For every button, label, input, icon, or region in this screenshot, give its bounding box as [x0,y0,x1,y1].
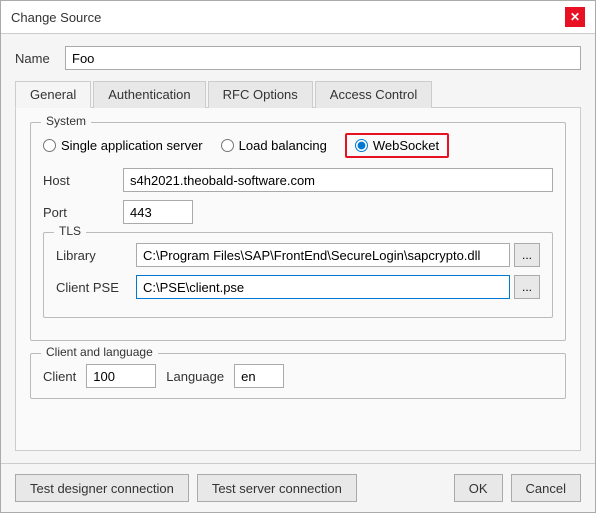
library-label: Library [56,248,126,263]
ok-button[interactable]: OK [454,474,503,502]
system-section-legend: System [41,114,91,128]
client-language-section: Client and language Client Language [30,353,566,399]
dialog-footer: Test designer connection Test server con… [1,463,595,512]
library-input[interactable] [136,243,510,267]
tab-content-general: System Single application server Load ba… [15,108,581,451]
client-input[interactable] [86,364,156,388]
close-button[interactable]: ✕ [565,7,585,27]
client-pse-input[interactable] [136,275,510,299]
dialog-title: Change Source [11,10,101,25]
port-label: Port [43,205,113,220]
library-input-group: ... [136,243,540,267]
tab-access-control[interactable]: Access Control [315,81,432,108]
cancel-button[interactable]: Cancel [511,474,581,502]
host-row: Host [43,168,553,192]
tls-legend: TLS [54,224,86,238]
radio-single-label: Single application server [61,138,203,153]
library-row: Library ... [56,243,540,267]
client-pse-browse-button[interactable]: ... [514,275,540,299]
test-server-button[interactable]: Test server connection [197,474,357,502]
radio-single-input[interactable] [43,139,56,152]
name-label: Name [15,51,55,66]
client-language-row: Client Language [43,364,553,388]
port-row: Port [43,200,553,224]
radio-load-input[interactable] [221,139,234,152]
client-label: Client [43,369,76,384]
client-pse-row: Client PSE ... [56,275,540,299]
host-label: Host [43,173,113,188]
host-input[interactable] [123,168,553,192]
footer-right-buttons: OK Cancel [454,474,581,502]
radio-row: Single application server Load balancing… [43,133,553,158]
name-row: Name [15,46,581,70]
radio-load-label: Load balancing [239,138,327,153]
tls-section: TLS Library ... Client PSE ... [43,232,553,318]
radio-websocket[interactable]: WebSocket [345,133,449,158]
radio-single-app[interactable]: Single application server [43,138,203,153]
tab-general[interactable]: General [15,81,91,108]
name-input[interactable] [65,46,581,70]
client-language-legend: Client and language [41,345,158,359]
library-browse-button[interactable]: ... [514,243,540,267]
test-designer-button[interactable]: Test designer connection [15,474,189,502]
radio-load-balancing[interactable]: Load balancing [221,138,327,153]
tabs-bar: General Authentication RFC Options Acces… [15,80,581,108]
dialog-body: Name General Authentication RFC Options … [1,34,595,463]
radio-websocket-label: WebSocket [373,138,439,153]
language-input[interactable] [234,364,284,388]
radio-websocket-input[interactable] [355,139,368,152]
title-bar: Change Source ✕ [1,1,595,34]
language-label: Language [166,369,224,384]
system-section: System Single application server Load ba… [30,122,566,341]
change-source-dialog: Change Source ✕ Name General Authenticat… [0,0,596,513]
client-pse-label: Client PSE [56,280,126,295]
tab-rfc-options[interactable]: RFC Options [208,81,313,108]
port-input[interactable] [123,200,193,224]
footer-left-buttons: Test designer connection Test server con… [15,474,357,502]
tab-authentication[interactable]: Authentication [93,81,205,108]
client-pse-input-group: ... [136,275,540,299]
